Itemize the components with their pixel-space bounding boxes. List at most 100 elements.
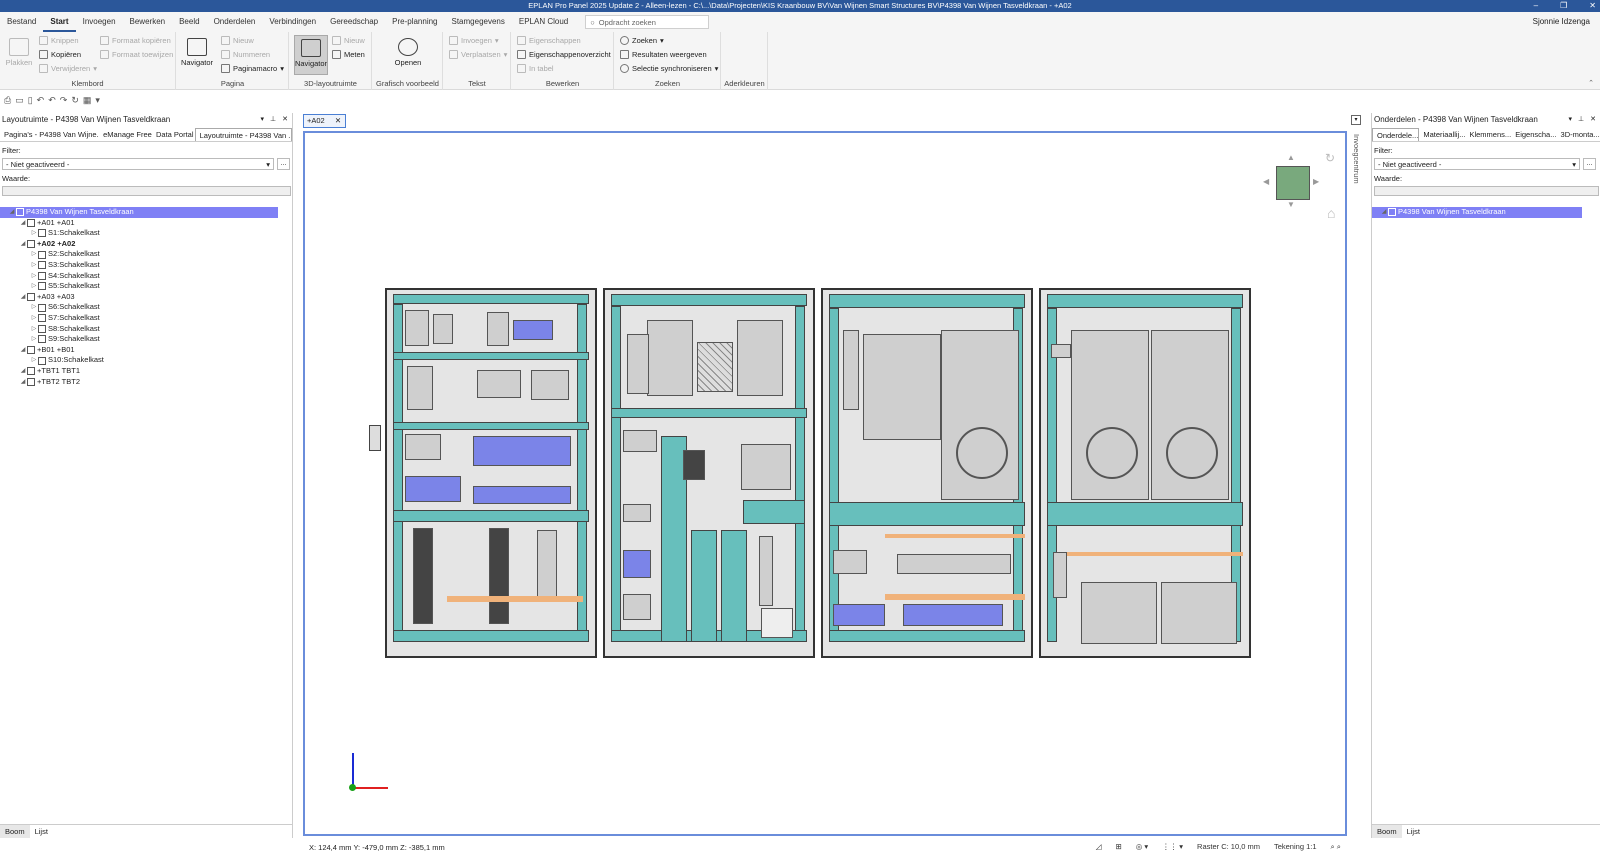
close-icon[interactable]: ✕ [1590,113,1596,126]
print-icon[interactable]: ⎙ [4,95,11,106]
format-copy-button[interactable]: Formaat kopiëren [100,36,171,45]
tree-item[interactable]: ▷ S7:Schakelkast [0,313,292,324]
layout-navigator-button[interactable]: Navigator [294,35,328,75]
tree-expand-icon[interactable]: ▷ [30,249,38,260]
tab-eplan-cloud[interactable]: EPLAN Cloud [512,12,575,32]
tab-gereedschap[interactable]: Gereedschap [323,12,385,32]
tree-expand-icon[interactable]: ▷ [30,271,38,282]
view-mode-icon[interactable]: ◎ ▾ [1136,842,1148,852]
tab-boom[interactable]: Boom [1372,825,1402,838]
tree-expand-icon[interactable]: ◢ [8,207,16,218]
view-cube-left-arrow-icon[interactable]: ◀ [1263,177,1269,186]
tab-stamgegevens[interactable]: Stamgegevens [445,12,512,32]
tab-lijst[interactable]: Lijst [1402,825,1425,838]
restore-icon[interactable]: ❐ [1560,0,1567,12]
view-cube-up-arrow-icon[interactable]: ▲ [1287,153,1295,162]
tree-item[interactable]: ◢ +B01 +B01 [0,345,292,356]
document-tab-a02[interactable]: +A02 ✕ [303,114,346,128]
tab-layout-space[interactable]: Layoutruimte - P4398 Van ... [194,128,293,141]
tree-expand-icon[interactable]: ▷ [30,302,38,313]
tree-item[interactable]: ▷ S6:Schakelkast [0,302,292,313]
tab-dropdown-icon[interactable]: ▾ [1351,115,1361,125]
search-button[interactable]: Zoeken ▾ [620,36,664,45]
filter-select[interactable]: - Niet geactiveerd - ▾ ... [1374,158,1596,170]
pin-icon[interactable]: ⊥ [1578,113,1584,126]
tree-expand-icon[interactable]: ▷ [30,313,38,324]
delete-button[interactable]: Verwijderen ▾ [39,64,97,73]
tree-item[interactable]: ▷ S8:Schakelkast [0,324,292,335]
tab-properties[interactable]: Eigenscha... [1511,128,1556,141]
insert-center-tab[interactable]: Invoegcentrum [1349,134,1361,194]
zoom-icon[interactable]: ⌕ ⌕ [1331,842,1341,852]
save-icon[interactable]: ▭ [15,95,24,106]
page-icon[interactable]: ▯ [28,95,33,106]
drawing-scale[interactable]: Tekening 1:1 [1274,842,1317,852]
raster-status[interactable]: Raster C: 10,0 mm [1197,842,1260,852]
snap-icon[interactable]: ◿ [1096,842,1102,852]
tree-item[interactable]: ◢ +A02 +A02 [0,239,292,250]
page-navigator-button[interactable]: Navigator [179,35,215,75]
cabinet-4[interactable] [1039,288,1251,658]
undo-icon[interactable]: ↶ [37,95,45,106]
tree-item[interactable]: ▷ S9:Schakelkast [0,334,292,345]
tree-expand-icon[interactable]: ▷ [30,355,38,366]
tree-item[interactable]: ◢ P4398 Van Wijnen Tasveldkraan [0,207,278,218]
tree-item[interactable]: ◢ P4398 Van Wijnen Tasveldkraan [1372,207,1582,218]
view-cube-down-arrow-icon[interactable]: ▼ [1287,200,1295,209]
rotate-icon[interactable]: ↻ [1325,151,1335,165]
properties-overview-button[interactable]: Eigenschappenoverzicht [517,50,611,59]
copy-button[interactable]: Kopiëren [39,50,81,59]
tree-item[interactable]: ◢ +TBT1 TBT1 [0,366,292,377]
text-move-button[interactable]: Verplaatsen ▾ [449,50,507,59]
tab-bestand[interactable]: Bestand [0,12,43,32]
tree-expand-icon[interactable]: ▷ [30,334,38,345]
tree-expand-icon[interactable]: ◢ [19,377,27,388]
pin-icon[interactable]: ⊥ [270,113,276,126]
tree-expand-icon[interactable]: ◢ [19,366,27,377]
tab-3d-mounting[interactable]: 3D-monta... [1557,128,1600,141]
tree-item[interactable]: ▷ S10:Schakelkast [0,355,292,366]
tab-boom[interactable]: Boom [0,825,30,838]
refresh-icon[interactable]: ↻ [71,95,79,106]
cabinet-1[interactable] [385,288,597,658]
tree-expand-icon[interactable]: ◢ [1380,207,1388,218]
tree-expand-icon[interactable]: ▷ [30,260,38,271]
command-search-input[interactable]: ○ Opdracht zoeken [585,15,710,29]
tab-lijst[interactable]: Lijst [30,825,53,838]
view-cube[interactable] [1276,166,1310,200]
tree-expand-icon[interactable]: ◢ [19,292,27,303]
tab-pre-planning[interactable]: Pre-planning [385,12,444,32]
tree-item[interactable]: ▷ S4:Schakelkast [0,271,292,282]
view-cube-right-arrow-icon[interactable]: ▶ [1313,177,1319,186]
show-results-button[interactable]: Resultaten weergeven [620,50,707,59]
tree-item[interactable]: ▷ S5:Schakelkast [0,281,292,292]
properties-button[interactable]: Eigenschappen [517,36,581,45]
tree-item[interactable]: ◢ +A01 +A01 [0,218,292,229]
paste-button[interactable]: Plakken [2,35,36,75]
open-preview-button[interactable]: Openen [391,35,425,75]
sync-selection-button[interactable]: Selectie synchroniseren ▾ [620,64,718,73]
dropdown-icon[interactable]: ▾ [261,113,265,126]
ortho-icon[interactable]: ⊞ [1115,842,1121,852]
tree-expand-icon[interactable]: ◢ [19,239,27,250]
user-name[interactable]: Sjonnie Idzenga [1533,12,1590,32]
tab-parts[interactable]: Onderdele... [1372,128,1420,141]
tab-bewerken[interactable]: Bewerken [123,12,173,32]
value-input[interactable] [1374,186,1599,196]
tree-item[interactable]: ▷ S3:Schakelkast [0,260,292,271]
filter-more-button[interactable]: ... [1583,158,1596,170]
tab-data-portal[interactable]: Data Portal [152,128,195,141]
undo-list-icon[interactable]: ↶ [48,95,56,106]
cabinet-2[interactable] [603,288,815,658]
new-layout-button[interactable]: Nieuw [332,36,365,45]
tree-item[interactable]: ▷ S1:Schakelkast [0,228,292,239]
cabinet-3[interactable] [821,288,1033,658]
3d-viewport[interactable]: ▲ ▼ ◀ ▶ ↻ ⌂ [303,131,1347,836]
tree-expand-icon[interactable]: ▷ [30,228,38,239]
new-page-button[interactable]: Nieuw [221,36,254,45]
tab-beeld[interactable]: Beeld [172,12,206,32]
tab-verbindingen[interactable]: Verbindingen [262,12,323,32]
tree-item[interactable]: ▷ S2:Schakelkast [0,249,292,260]
text-insert-button[interactable]: Invoegen ▾ [449,36,499,45]
minimize-icon[interactable]: – [1534,0,1538,12]
